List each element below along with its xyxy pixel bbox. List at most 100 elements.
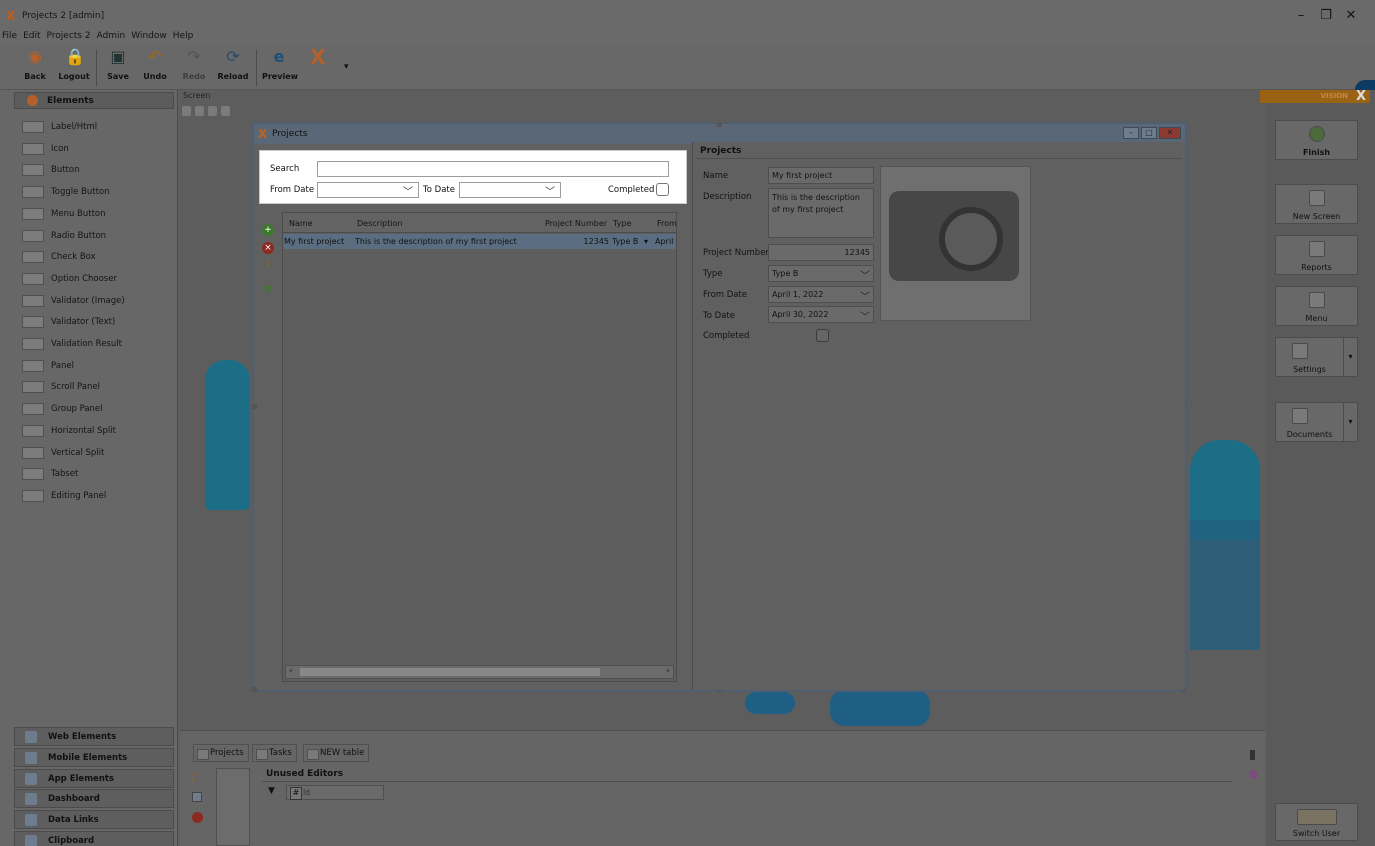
from-date-field[interactable]: April 1, 2022 ﹀ [768, 286, 874, 303]
documents-dropdown[interactable]: ▾ [1343, 403, 1357, 441]
trash-icon[interactable] [182, 106, 191, 116]
column-description[interactable]: Description [357, 219, 403, 228]
edit-icon[interactable]: / [262, 260, 274, 272]
type-combo[interactable]: Type B ﹀ [768, 265, 874, 282]
delete-icon[interactable]: × [262, 242, 274, 254]
column-project-number[interactable]: Project Number [545, 219, 607, 228]
add-icon[interactable]: + [262, 224, 274, 236]
id-editor[interactable]: Id [286, 785, 384, 800]
scroll-left-icon[interactable]: ‹ [289, 666, 293, 676]
from-date-combo[interactable]: ﹀ [317, 182, 419, 198]
vision-x-button[interactable]: X [303, 47, 333, 88]
project-number-field[interactable]: 12345 [768, 244, 874, 261]
documents-button[interactable]: Documents ▾ [1275, 402, 1358, 442]
to-date-field[interactable]: April 30, 2022 ﹀ [768, 306, 874, 323]
grid-horizontal-scrollbar[interactable]: ‹ › [285, 665, 674, 679]
projects-close-button[interactable]: ✕ [1159, 127, 1181, 139]
scroll-thumb[interactable] [300, 668, 600, 676]
palette-section[interactable]: Clipboard [14, 831, 174, 846]
element-item[interactable]: Menu Button [22, 204, 172, 224]
element-item[interactable]: Horizontal Split [22, 421, 172, 441]
export-icon[interactable]: ▼ [262, 284, 274, 296]
finish-button[interactable]: Finish [1275, 120, 1358, 160]
filter-icon[interactable]: ▼ [268, 786, 275, 796]
tab-tasks[interactable]: Tasks [252, 744, 297, 762]
theme-icon[interactable] [208, 106, 217, 116]
preview-button[interactable]: e Preview [262, 48, 298, 88]
element-item[interactable]: Tabset [22, 464, 172, 484]
tab-new-table[interactable]: NEW table [303, 744, 370, 762]
projects-window-titlebar[interactable]: X Projects – □ ✕ [254, 124, 1185, 144]
projects-maximize-button[interactable]: □ [1141, 127, 1157, 139]
delete-icon[interactable] [192, 812, 203, 823]
panel-icon[interactable] [192, 792, 202, 802]
column-name[interactable]: Name [289, 219, 313, 228]
pencil-icon[interactable] [221, 106, 230, 116]
elements-header[interactable]: Elements [14, 92, 174, 109]
element-item[interactable]: Check Box [22, 247, 172, 267]
menu-button[interactable]: Menu [1275, 286, 1358, 326]
undo-button[interactable]: ↶ Undo [138, 48, 172, 88]
resize-handle[interactable] [252, 404, 257, 409]
menu-window[interactable]: Window [131, 28, 167, 44]
palette-section[interactable]: Web Elements [14, 727, 174, 746]
element-item[interactable]: Validator (Image) [22, 291, 172, 311]
theme-icon[interactable] [1249, 770, 1258, 779]
resize-handle[interactable] [252, 687, 257, 692]
element-item[interactable]: Label/Html [22, 117, 172, 137]
menu-projects2[interactable]: Projects 2 [47, 28, 91, 44]
table-row[interactable]: My first project This is the description… [283, 234, 676, 249]
switch-user-button[interactable]: Switch User [1275, 803, 1358, 841]
completed-detail-checkbox[interactable] [816, 329, 829, 342]
element-item[interactable]: Radio Button [22, 226, 172, 246]
scroll-right-icon[interactable]: › [666, 666, 670, 676]
save-button[interactable]: ▣ Save [101, 48, 135, 88]
reload-button[interactable]: ⟳ Reload [216, 48, 250, 88]
edit-icon[interactable]: / [192, 772, 195, 783]
element-item[interactable]: Option Chooser [22, 269, 172, 289]
palette-section[interactable]: Dashboard [14, 789, 174, 809]
back-button[interactable]: ◉ Back [18, 48, 52, 88]
restore-button[interactable]: ❐ [1315, 8, 1337, 23]
menu-admin[interactable]: Admin [97, 28, 126, 44]
element-item[interactable]: Icon [22, 139, 172, 159]
to-date-combo[interactable]: ﹀ [459, 182, 561, 198]
menu-edit[interactable]: Edit [23, 28, 40, 44]
element-item[interactable]: Vertical Split [22, 443, 172, 463]
column-from[interactable]: From [657, 219, 677, 228]
palette-section[interactable]: Data Links [14, 810, 174, 830]
close-button[interactable]: ✕ [1340, 8, 1362, 23]
resize-handle[interactable] [717, 122, 722, 127]
name-field[interactable]: My first project [768, 167, 874, 184]
redo-button[interactable]: ↷ Redo [177, 48, 211, 88]
element-item[interactable]: Toggle Button [22, 182, 172, 202]
reports-button[interactable]: Reports [1275, 235, 1358, 275]
projects-minimize-button[interactable]: – [1123, 127, 1139, 139]
project-image[interactable] [880, 166, 1031, 321]
column-type[interactable]: Type [613, 219, 631, 228]
palette-section[interactable]: App Elements [14, 768, 174, 788]
element-item[interactable]: Validation Result [22, 334, 172, 354]
element-item[interactable]: Group Panel [22, 399, 172, 419]
menu-file[interactable]: File [2, 28, 17, 44]
description-field[interactable]: This is the description of my first proj… [768, 188, 874, 238]
settings-button[interactable]: Settings ▾ [1275, 337, 1358, 377]
settings-dropdown[interactable]: ▾ [1343, 338, 1357, 376]
element-item[interactable]: Editing Panel [22, 486, 172, 506]
palette-section[interactable]: Mobile Elements [14, 747, 174, 767]
tab-projects[interactable]: Projects [193, 744, 249, 762]
element-item[interactable]: Scroll Panel [22, 377, 172, 397]
vision-x-dropdown[interactable]: ▾ [344, 62, 349, 72]
search-input[interactable] [317, 161, 669, 177]
screen-tab[interactable]: Screen [183, 91, 211, 100]
new-screen-button[interactable]: New Screen [1275, 184, 1358, 224]
element-item[interactable]: Panel [22, 356, 172, 376]
logout-button[interactable]: 🔒 Logout [57, 48, 91, 88]
minimize-button[interactable]: – [1290, 8, 1312, 23]
menu-help[interactable]: Help [173, 28, 194, 44]
element-item[interactable]: Validator (Text) [22, 312, 172, 332]
element-item[interactable]: Button [22, 160, 172, 180]
device-icon[interactable] [195, 106, 204, 116]
phone-icon[interactable] [1250, 750, 1255, 760]
completed-checkbox[interactable] [656, 183, 669, 196]
